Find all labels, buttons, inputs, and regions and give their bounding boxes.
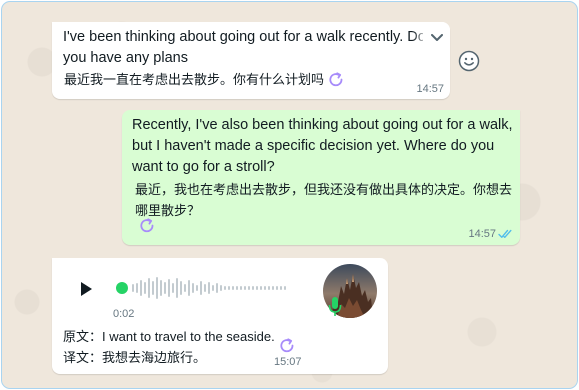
message-time: 14:57 — [416, 83, 444, 95]
translated-text: 译文：我想去海边旅行。 — [63, 350, 207, 365]
translation-text: 最近我一直在考虑出去散步。你有什么计划吗 — [64, 72, 325, 87]
refresh-icon[interactable] — [278, 337, 296, 355]
original-text: 原文：I want to travel to the seaside. — [63, 329, 275, 344]
chevron-down-icon — [431, 34, 443, 41]
refresh-icon[interactable] — [327, 71, 345, 89]
message-text: Recently, I've also been thinking about … — [132, 117, 513, 175]
refresh-icon[interactable] — [138, 217, 156, 235]
audio-waveform[interactable] — [115, 275, 295, 301]
translation-text: 最近，我也在考虑出去散步，但我还没有做出具体的决定。你想去哪里散步？ — [135, 182, 513, 218]
play-icon[interactable] — [79, 281, 93, 297]
chat-panel: I've been thinking about going out for a… — [1, 1, 578, 389]
voice-transcript: 原文：I want to travel to the seaside. 译文：我… — [63, 326, 275, 368]
incoming-message[interactable]: I've been thinking about going out for a… — [52, 22, 450, 99]
outgoing-message[interactable]: Recently, I've also been thinking about … — [122, 110, 520, 245]
message-text: I've been thinking about going out for a… — [63, 29, 423, 66]
message-time: 14:57 — [468, 228, 496, 240]
voice-message[interactable]: 0:02 原文：I want to travel to the seaside.… — [52, 258, 388, 374]
double-check-icon — [498, 229, 512, 238]
microphone-icon — [328, 297, 342, 316]
emoji-icon[interactable] — [458, 50, 480, 72]
message-menu-button[interactable] — [412, 22, 450, 56]
voice-duration: 0:02 — [113, 308, 135, 320]
message-time: 15:07 — [274, 356, 302, 368]
